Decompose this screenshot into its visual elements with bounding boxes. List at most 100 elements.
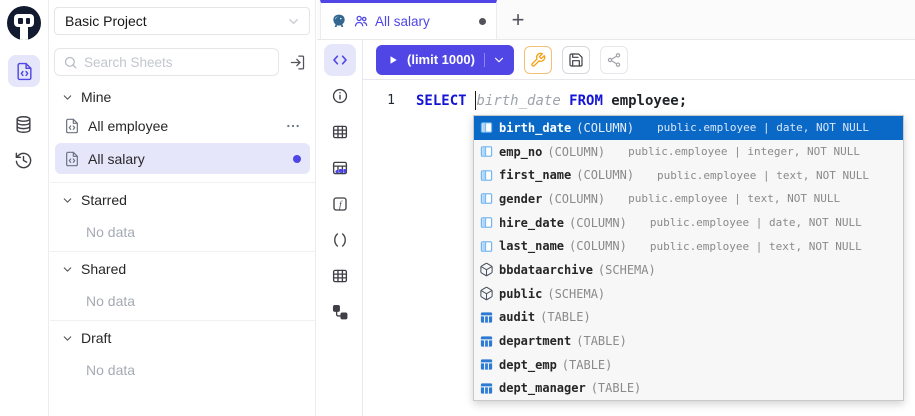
completion-item[interactable]: first_name (COLUMN) public.employee | te… bbox=[474, 163, 903, 187]
strip-item-tables[interactable] bbox=[324, 116, 356, 148]
strip-item-info[interactable] bbox=[324, 80, 356, 112]
new-tab-button[interactable]: + bbox=[497, 0, 539, 39]
completion-item[interactable]: dept_manager (TABLE) bbox=[474, 377, 903, 401]
keyword-select: SELECT bbox=[416, 93, 467, 109]
strip-item-views[interactable] bbox=[324, 260, 356, 292]
tab-bar: All salary + bbox=[317, 0, 915, 40]
postgres-icon bbox=[331, 13, 347, 29]
table-colored-icon bbox=[331, 159, 349, 177]
completion-item[interactable]: emp_no (COLUMN) public.employee | intege… bbox=[474, 140, 903, 164]
strip-item-external-tables[interactable] bbox=[324, 152, 356, 184]
section-starred: Starred No data bbox=[50, 183, 315, 252]
run-query-button[interactable]: (limit 1000) bbox=[376, 45, 514, 75]
sheet-tree: Mine All employee All salary Starred No … bbox=[50, 80, 315, 389]
table-icon bbox=[331, 267, 349, 285]
code-line: 1 SELECT birth_date FROM employee; bbox=[363, 80, 915, 110]
search-input[interactable] bbox=[84, 55, 270, 70]
completion-item[interactable]: last_name (COLUMN) public.employee | tex… bbox=[474, 234, 903, 258]
schema-diagram-icon bbox=[331, 303, 349, 321]
rail-item-sheets[interactable] bbox=[8, 55, 40, 87]
table-kind-icon bbox=[479, 357, 494, 372]
format-sql-button[interactable] bbox=[524, 46, 552, 74]
section-label: Starred bbox=[81, 192, 127, 208]
left-rail bbox=[0, 0, 49, 416]
chevron-down-icon bbox=[61, 91, 74, 104]
rail-item-history[interactable] bbox=[8, 145, 38, 175]
table-kind-icon bbox=[479, 334, 494, 349]
identifier-employee: employee; bbox=[611, 93, 687, 109]
share-icon bbox=[606, 52, 622, 68]
schema-kind-icon bbox=[479, 262, 494, 277]
project-select[interactable]: Basic Project bbox=[54, 7, 310, 35]
sql-editor[interactable]: 1 SELECT birth_date FROM employee; bbox=[363, 80, 915, 416]
save-sheet-button[interactable] bbox=[562, 46, 590, 74]
completion-item[interactable]: birth_date (COLUMN) public.employee | da… bbox=[474, 116, 903, 140]
completion-item[interactable]: hire_date (COLUMN) public.employee | dat… bbox=[474, 211, 903, 235]
strip-item-worksheet[interactable] bbox=[324, 44, 356, 76]
bytebase-logo[interactable] bbox=[7, 6, 41, 40]
editor-toolbar: (limit 1000) bbox=[363, 40, 915, 80]
code-text: SELECT birth_date FROM employee; bbox=[416, 91, 687, 110]
strip-item-procedures[interactable] bbox=[324, 224, 356, 256]
tab-label: All salary bbox=[375, 14, 430, 29]
strip-item-functions[interactable]: f bbox=[324, 188, 356, 220]
keyword-from: FROM bbox=[569, 93, 603, 109]
completion-item[interactable]: audit (TABLE) bbox=[474, 306, 903, 330]
rail-item-databases[interactable] bbox=[8, 109, 38, 139]
wrench-icon bbox=[530, 52, 546, 68]
chevron-down-icon bbox=[61, 332, 74, 345]
project-select-value: Basic Project bbox=[65, 13, 147, 29]
sheet-icon bbox=[64, 118, 80, 134]
sheet-status-dot bbox=[293, 155, 301, 163]
sheet-item-all-employee[interactable]: All employee bbox=[55, 110, 310, 141]
section-label: Mine bbox=[81, 89, 111, 105]
svg-text:f: f bbox=[339, 199, 343, 209]
section-header[interactable]: Shared bbox=[50, 252, 315, 280]
rail-nav bbox=[8, 40, 40, 175]
column-kind-icon bbox=[479, 168, 494, 183]
column-kind-icon bbox=[479, 239, 494, 254]
search-box[interactable] bbox=[54, 48, 279, 76]
group-icon bbox=[353, 13, 369, 29]
import-icon bbox=[289, 54, 306, 71]
database-icon bbox=[14, 115, 33, 134]
strip-item-schema-diagram[interactable] bbox=[324, 296, 356, 328]
history-icon bbox=[14, 151, 33, 170]
function-icon: f bbox=[331, 195, 349, 213]
section-mine: Mine All employee All salary bbox=[50, 80, 315, 183]
table-icon bbox=[331, 123, 349, 141]
sheet-item-all-salary[interactable]: All salary bbox=[55, 143, 310, 174]
code-icon bbox=[331, 51, 349, 69]
completion-item[interactable]: bbdataarchive (SCHEMA) bbox=[474, 258, 903, 282]
section-draft: Draft No data bbox=[50, 321, 315, 389]
column-kind-icon bbox=[479, 120, 494, 135]
schema-panel-strip: f bbox=[317, 40, 362, 416]
completion-item[interactable]: public (SCHEMA) bbox=[474, 282, 903, 306]
section-label: Draft bbox=[81, 330, 111, 346]
tab-all-salary[interactable]: All salary bbox=[320, 0, 497, 39]
completion-item[interactable]: gender (COLUMN) public.employee | text, … bbox=[474, 187, 903, 211]
completion-item[interactable]: dept_emp (TABLE) bbox=[474, 353, 903, 377]
section-header[interactable]: Mine bbox=[50, 80, 315, 108]
save-icon bbox=[568, 52, 584, 68]
section-shared: Shared No data bbox=[50, 252, 315, 321]
tab-dirty-dot bbox=[479, 18, 486, 25]
section-header[interactable]: Draft bbox=[50, 321, 315, 349]
column-kind-icon bbox=[479, 144, 494, 159]
section-label: Shared bbox=[81, 261, 126, 277]
completion-item[interactable]: department (TABLE) bbox=[474, 329, 903, 353]
autocomplete-dropdown: birth_date (COLUMN) public.employee | da… bbox=[473, 115, 904, 401]
line-number: 1 bbox=[363, 93, 395, 108]
search-icon bbox=[63, 55, 78, 70]
main-area: All salary + f (limit 1000) bbox=[317, 0, 915, 416]
section-header[interactable]: Starred bbox=[50, 183, 315, 211]
info-icon bbox=[331, 87, 349, 105]
run-button-label: (limit 1000) bbox=[407, 52, 475, 67]
import-sheet-button[interactable] bbox=[284, 49, 310, 75]
sheet-icon bbox=[64, 151, 80, 167]
editor-column: (limit 1000) 1 bbox=[362, 40, 915, 416]
share-sheet-button[interactable] bbox=[600, 46, 628, 74]
more-actions-icon[interactable] bbox=[285, 118, 301, 134]
sheet-sidebar: Basic Project Mine All employee All sala… bbox=[50, 0, 316, 416]
chevron-down-icon[interactable] bbox=[484, 53, 506, 67]
